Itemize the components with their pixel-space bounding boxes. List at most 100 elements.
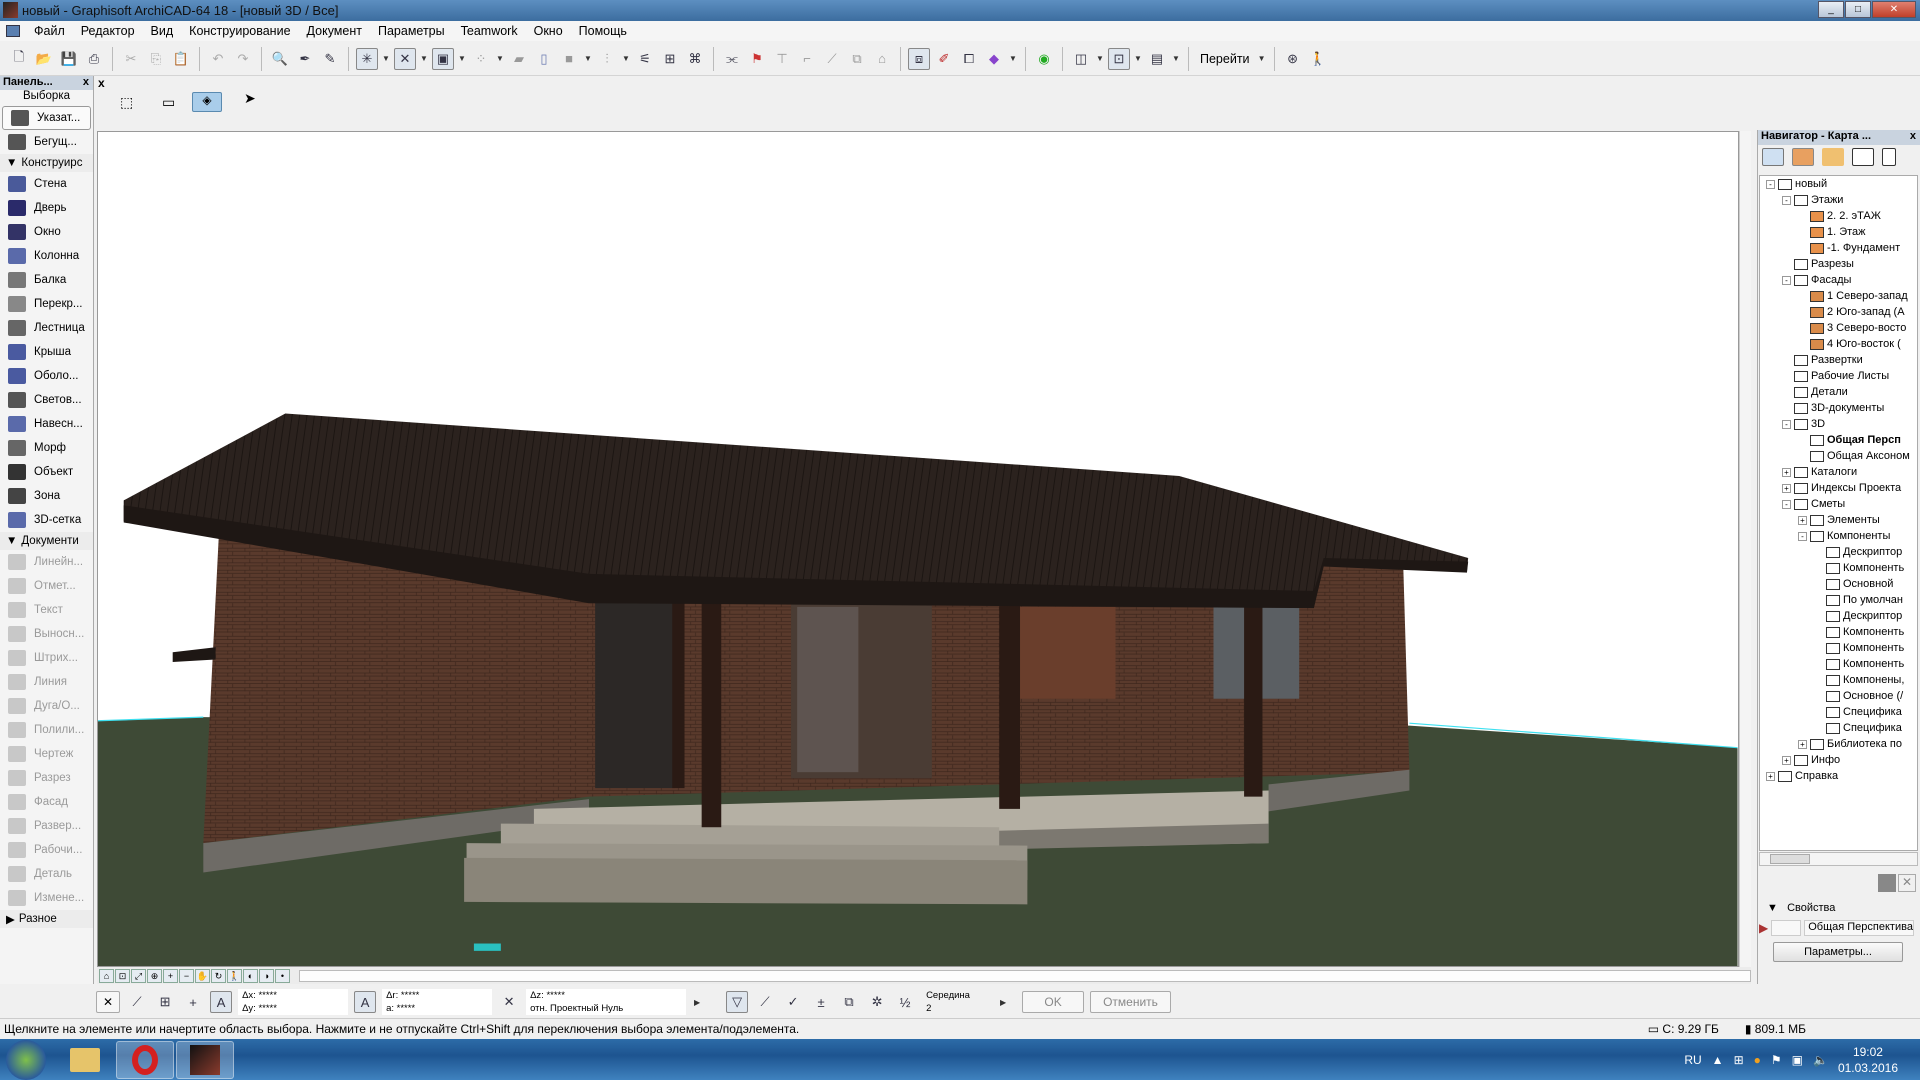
dz-value[interactable]: ***** xyxy=(546,990,565,1001)
tree-horizontal-scrollbar[interactable] xyxy=(1759,852,1918,866)
split-icon[interactable]: ⫘ xyxy=(721,48,743,70)
publisher-icon[interactable] xyxy=(1882,148,1896,166)
tree-item[interactable]: - новый xyxy=(1760,176,1917,192)
layers-icon[interactable]: ▣ xyxy=(432,47,454,70)
tool-line[interactable]: Линия xyxy=(0,670,93,694)
align-icon[interactable]: ⚟ xyxy=(634,48,656,70)
dz-field[interactable]: Δz: ***** отн. Проектный Нуль xyxy=(526,989,687,1015)
chevron-down-icon[interactable]: ▼ xyxy=(419,54,429,63)
goto-menu[interactable]: Перейти xyxy=(1196,52,1254,66)
view-map-icon[interactable] xyxy=(1822,148,1844,166)
tree-item[interactable]: Рабочие Листы xyxy=(1760,368,1917,384)
collapse-icon[interactable]: - xyxy=(1782,195,1791,205)
vertical-scrollbar[interactable] xyxy=(1739,131,1751,967)
zoom-extra-icon[interactable]: • xyxy=(275,968,290,983)
cut-icon[interactable]: ✂ xyxy=(120,48,142,70)
next-zoom-icon[interactable]: ◑ xyxy=(259,968,274,983)
tree-item[interactable]: 2. 2. эТАЖ xyxy=(1760,208,1917,224)
tool-stair[interactable]: Лестница xyxy=(0,316,93,340)
tool-polyline[interactable]: Полили... xyxy=(0,718,93,742)
orbit-icon[interactable]: ↻ xyxy=(211,968,226,983)
tree-item[interactable]: Общая Аксоном xyxy=(1760,448,1917,464)
tree-item[interactable]: - Этажи xyxy=(1760,192,1917,208)
tool-detail[interactable]: Деталь xyxy=(0,862,93,886)
redo-icon[interactable]: ↷ xyxy=(232,48,254,70)
fit-window-icon[interactable]: ⊡ xyxy=(115,968,130,983)
tool-dimension[interactable]: Линейн... xyxy=(0,550,93,574)
3d-box-icon[interactable]: ⧈ xyxy=(908,47,930,70)
tree-item[interactable]: Дескриптор xyxy=(1760,544,1917,560)
tool-mesh[interactable]: 3D-сетка xyxy=(0,508,93,532)
properties-toggle[interactable]: ▼ Свойства xyxy=(1767,902,1835,914)
renovation-icon[interactable]: ◉ xyxy=(1033,48,1055,70)
tree-item[interactable]: 2 Юго-запад (А xyxy=(1760,304,1917,320)
archicad-taskbar-button[interactable] xyxy=(176,1040,234,1079)
menu-4[interactable]: Документ xyxy=(299,24,370,38)
rotated-marquee-icon[interactable]: ▭ xyxy=(162,94,175,111)
explorer-taskbar-button[interactable] xyxy=(56,1041,114,1079)
menu-2[interactable]: Вид xyxy=(143,24,182,38)
3d-cutaway-icon[interactable]: ⧠ xyxy=(958,48,980,70)
tool-beam[interactable]: Балка xyxy=(0,268,93,292)
expand-icon[interactable]: + xyxy=(1766,771,1775,781)
a-value[interactable]: ***** xyxy=(397,1003,416,1014)
cursor-paint-icon[interactable]: ✐ xyxy=(933,48,955,70)
save-icon[interactable]: 💾 xyxy=(58,48,80,70)
dx-dy-fields[interactable]: Δx: ***** Δy: ***** xyxy=(238,989,349,1015)
reference-level[interactable]: отн. Проектный Нуль xyxy=(530,1002,686,1015)
tree-item[interactable]: Развертки xyxy=(1760,352,1917,368)
tree-item[interactable]: Дескриптор xyxy=(1760,608,1917,624)
tool-marquee[interactable]: Бегущ... xyxy=(0,130,93,154)
close-icon[interactable]: x xyxy=(98,76,105,90)
tree-item[interactable]: + Справка xyxy=(1760,768,1917,784)
tray-app-icon[interactable]: ● xyxy=(1754,1053,1761,1067)
opera-taskbar-button[interactable] xyxy=(116,1040,174,1079)
pick-up-icon[interactable]: ✒ xyxy=(294,48,316,70)
polygon-marquee-button[interactable]: ◈ xyxy=(192,92,222,112)
maximize-button[interactable]: □ xyxy=(1845,1,1871,18)
view-map-export-icon[interactable] xyxy=(1762,148,1784,166)
snap-guides-icon[interactable]: ▽ xyxy=(726,991,749,1013)
tool-door[interactable]: Дверь xyxy=(0,196,93,220)
open-folder-icon[interactable]: 📂 xyxy=(33,48,55,70)
menu-1[interactable]: Редактор xyxy=(73,24,143,38)
tree-item[interactable]: + Библиотека по xyxy=(1760,736,1917,752)
cancel-x-button[interactable]: ✕ xyxy=(96,991,121,1013)
tree-item[interactable]: Специфика xyxy=(1760,704,1917,720)
expand-icon[interactable]: + xyxy=(1782,467,1791,477)
design-section-toggle[interactable]: ▼ Конструирс xyxy=(0,154,93,172)
snap-mode[interactable]: Середина 2 xyxy=(922,989,992,1015)
geometry-method-icon[interactable]: ⟋ xyxy=(126,991,148,1013)
snap-grid-icon[interactable]: ⧉ xyxy=(838,991,860,1013)
grid-snap-icon[interactable]: ⁘ xyxy=(470,48,492,70)
tool-arrow[interactable]: Указат... xyxy=(2,106,91,130)
expand-icon[interactable]: + xyxy=(1782,755,1791,765)
tree-item[interactable]: - Сметы xyxy=(1760,496,1917,512)
tree-item[interactable]: Компонены, xyxy=(1760,672,1917,688)
close-icon[interactable]: x xyxy=(1910,130,1916,142)
tool-slab[interactable]: Перекр... xyxy=(0,292,93,316)
resize-icon[interactable]: ⧉ xyxy=(846,48,868,70)
fraction-icon[interactable]: ½ xyxy=(894,991,916,1013)
z-axis-icon[interactable]: ✕ xyxy=(498,991,520,1013)
tool-text[interactable]: Текст xyxy=(0,598,93,622)
parameters-button[interactable]: Параметры... xyxy=(1773,942,1903,962)
menu-6[interactable]: Teamwork xyxy=(453,24,526,38)
3d-viewport[interactable] xyxy=(97,131,1739,967)
clock[interactable]: 19:02 01.03.2016 xyxy=(1838,1044,1898,1076)
tool-drawing[interactable]: Чертеж xyxy=(0,742,93,766)
menu-3[interactable]: Конструирование xyxy=(181,24,298,38)
dx-value[interactable]: ***** xyxy=(258,990,277,1001)
horizontal-scrollbar[interactable] xyxy=(299,969,1751,982)
tool-object[interactable]: Объект xyxy=(0,460,93,484)
tree-item[interactable]: - Фасады xyxy=(1760,272,1917,288)
action-center-flag-icon[interactable]: ⚑ xyxy=(1771,1053,1782,1067)
fillet-icon[interactable]: ⌐ xyxy=(796,48,818,70)
tree-item[interactable]: Основное (/ xyxy=(1760,688,1917,704)
tree-item[interactable]: 4 Юго-восток ( xyxy=(1760,336,1917,352)
magic-wand-icon[interactable]: ✲ xyxy=(866,991,888,1013)
ok-button[interactable]: OK xyxy=(1022,991,1085,1013)
offset-icon[interactable]: ⟋ xyxy=(821,48,843,70)
document-section-toggle[interactable]: ▼ Документи xyxy=(0,532,93,550)
tool-elevation[interactable]: Фасад xyxy=(0,790,93,814)
